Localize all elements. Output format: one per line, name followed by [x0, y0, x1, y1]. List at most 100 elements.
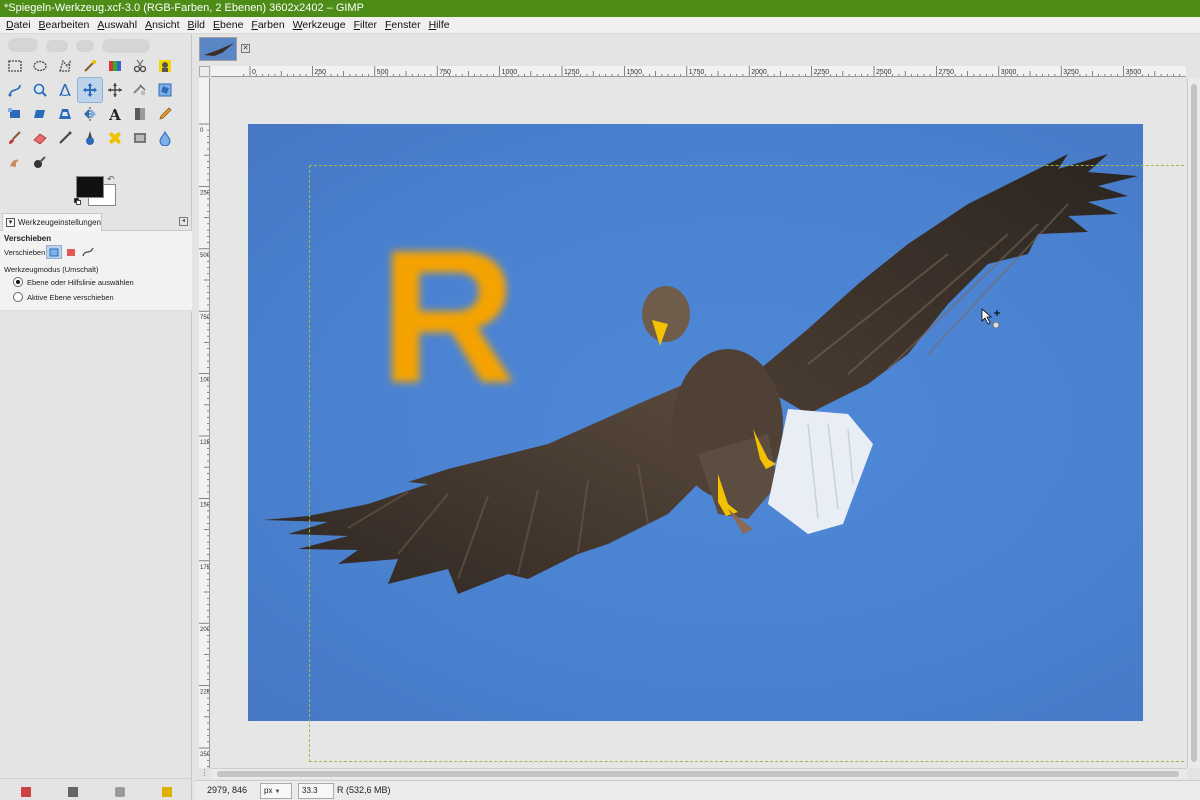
ruler-label: 0: [200, 128, 204, 134]
text-icon[interactable]: A: [103, 102, 127, 126]
zoom-select[interactable]: 33.3 %▼: [298, 783, 334, 799]
blur-icon[interactable]: [153, 126, 177, 150]
move-layer-icon[interactable]: [46, 245, 62, 259]
menu-farben[interactable]: Farben: [247, 17, 288, 33]
paths-icon[interactable]: [3, 78, 27, 102]
vertical-scrollbar[interactable]: [1187, 78, 1200, 768]
move-type-label: Verschieben:: [4, 248, 48, 257]
measure-icon[interactable]: [53, 78, 77, 102]
wilber-drop-area[interactable]: [6, 36, 186, 54]
ruler-label: 2250: [200, 690, 210, 696]
zoom-icon[interactable]: [28, 78, 52, 102]
image-tab-thumbnail[interactable]: [199, 37, 237, 61]
ellipse-select-icon[interactable]: [28, 54, 52, 78]
horizontal-ruler[interactable]: 0 250 500 750 1000 1250 1500 1750 2000 2250 2500 27…: [211, 66, 1186, 77]
flip-icon[interactable]: [78, 102, 102, 126]
ruler-label: 2000: [200, 627, 210, 633]
navigate-icon[interactable]: ⋮: [199, 768, 210, 779]
zoom-lock-icon[interactable]: [1187, 66, 1200, 77]
menu-hilfe[interactable]: Hilfe: [425, 17, 454, 33]
shear-icon[interactable]: [28, 102, 52, 126]
restore-options-icon[interactable]: [68, 787, 78, 797]
horizontal-scrollbar[interactable]: [211, 768, 1186, 779]
menu-ansicht[interactable]: Ansicht: [141, 17, 183, 33]
tab-tool-options[interactable]: ▾ Werkzeugeinstellungen: [2, 213, 102, 231]
window-title: *Spiegeln-Werkzeug.xcf-3.0 (RGB-Farben, …: [0, 0, 1200, 17]
reset-options-icon[interactable]: [162, 787, 172, 797]
unit-select[interactable]: px ▼: [260, 783, 292, 799]
tool-options-icon: ▾: [6, 218, 15, 227]
menu-filter[interactable]: Filter: [350, 17, 381, 33]
radio-pick-layer-label[interactable]: Ebene oder Hilfslinie auswählen: [27, 278, 134, 287]
ruler-label: 1000: [502, 69, 518, 76]
delete-options-icon[interactable]: [115, 787, 125, 797]
cancel-icon[interactable]: [1184, 785, 1194, 795]
ruler-label: 500: [200, 253, 210, 259]
vertical-scroll-thumb[interactable]: [1191, 84, 1197, 762]
rect-select-icon[interactable]: [3, 54, 27, 78]
airbrush-icon[interactable]: [53, 126, 77, 150]
image-canvas[interactable]: R: [211, 78, 1186, 768]
dodge-burn-icon[interactable]: [28, 150, 52, 174]
chevron-down-icon: ▼: [274, 789, 281, 795]
menu-fenster[interactable]: Fenster: [381, 17, 425, 33]
scissors-select-icon[interactable]: [128, 54, 152, 78]
ruler-label: 3000: [1001, 69, 1017, 76]
foreground-color[interactable]: [76, 176, 104, 198]
menu-datei[interactable]: Datei: [2, 17, 35, 33]
perspective-icon[interactable]: [53, 102, 77, 126]
alignment-icon[interactable]: [103, 78, 127, 102]
radio-move-active-layer-label[interactable]: Aktive Ebene verschieben: [27, 293, 114, 302]
move-icon[interactable]: [77, 77, 103, 103]
menu-bearbeiten[interactable]: Bearbeiten: [35, 17, 94, 33]
zoom-value: 33.3 %: [302, 786, 318, 795]
pencil-icon[interactable]: [153, 102, 177, 126]
reset-colors-icon[interactable]: [74, 198, 81, 205]
quick-mask-corner[interactable]: [199, 66, 210, 77]
ruler-label: 1250: [200, 440, 210, 446]
ruler-label: 1250: [564, 69, 580, 76]
ink-icon[interactable]: [78, 126, 102, 150]
menu-ebene[interactable]: Ebene: [209, 17, 247, 33]
tool-options-panel: Verschieben Verschieben: Werkzeugmodus (…: [0, 231, 192, 311]
clone-icon[interactable]: [128, 126, 152, 150]
vertical-ruler[interactable]: 0 250 500 750 1000 1250 1500 1750 2000 2250 2500: [199, 78, 210, 768]
close-tab-icon[interactable]: ✕: [241, 44, 250, 53]
ruler-label: 0: [252, 69, 256, 76]
ruler-label: 500: [377, 69, 389, 76]
radio-pick-layer[interactable]: [13, 277, 23, 287]
bucket-fill-icon[interactable]: [128, 102, 152, 126]
ruler-label: 2500: [200, 752, 210, 758]
heal-icon[interactable]: [103, 126, 127, 150]
horizontal-scroll-thumb[interactable]: [217, 771, 1179, 777]
foreground-select-icon[interactable]: [153, 54, 177, 78]
save-options-icon[interactable]: [21, 787, 31, 797]
ruler-label: 1750: [689, 69, 705, 76]
scale-icon[interactable]: [3, 102, 27, 126]
rotate-icon[interactable]: [153, 78, 177, 102]
eraser-icon[interactable]: [28, 126, 52, 150]
ruler-label: 3500: [1126, 69, 1142, 76]
smudge-icon[interactable]: [3, 150, 27, 174]
color-select-icon[interactable]: [103, 54, 127, 78]
tab-tool-options-label: Werkzeugeinstellungen: [17, 218, 101, 227]
tab-menu-icon[interactable]: ◂: [179, 217, 188, 226]
paintbrush-icon[interactable]: [3, 126, 27, 150]
crop-icon[interactable]: [128, 78, 152, 102]
image-tab-strip: ✕: [195, 34, 1200, 64]
color-swatches[interactable]: ↶: [74, 174, 118, 208]
move-selection-icon[interactable]: [64, 246, 78, 258]
radio-move-active-layer[interactable]: [13, 292, 23, 302]
swap-colors-icon[interactable]: ↶: [107, 174, 115, 185]
free-select-icon[interactable]: [53, 54, 77, 78]
menu-auswahl[interactable]: Auswahl: [93, 17, 141, 33]
move-path-icon[interactable]: [81, 246, 95, 258]
ruler-label: 3250: [1063, 69, 1079, 76]
ruler-label: 750: [439, 69, 451, 76]
ruler-label: 750: [200, 315, 210, 321]
menu-werkzeuge[interactable]: Werkzeuge: [289, 17, 350, 33]
ruler-label: 1750: [200, 565, 210, 571]
menu-bild[interactable]: Bild: [184, 17, 210, 33]
ruler-label: 2250: [814, 69, 830, 76]
fuzzy-select-icon[interactable]: [78, 54, 102, 78]
